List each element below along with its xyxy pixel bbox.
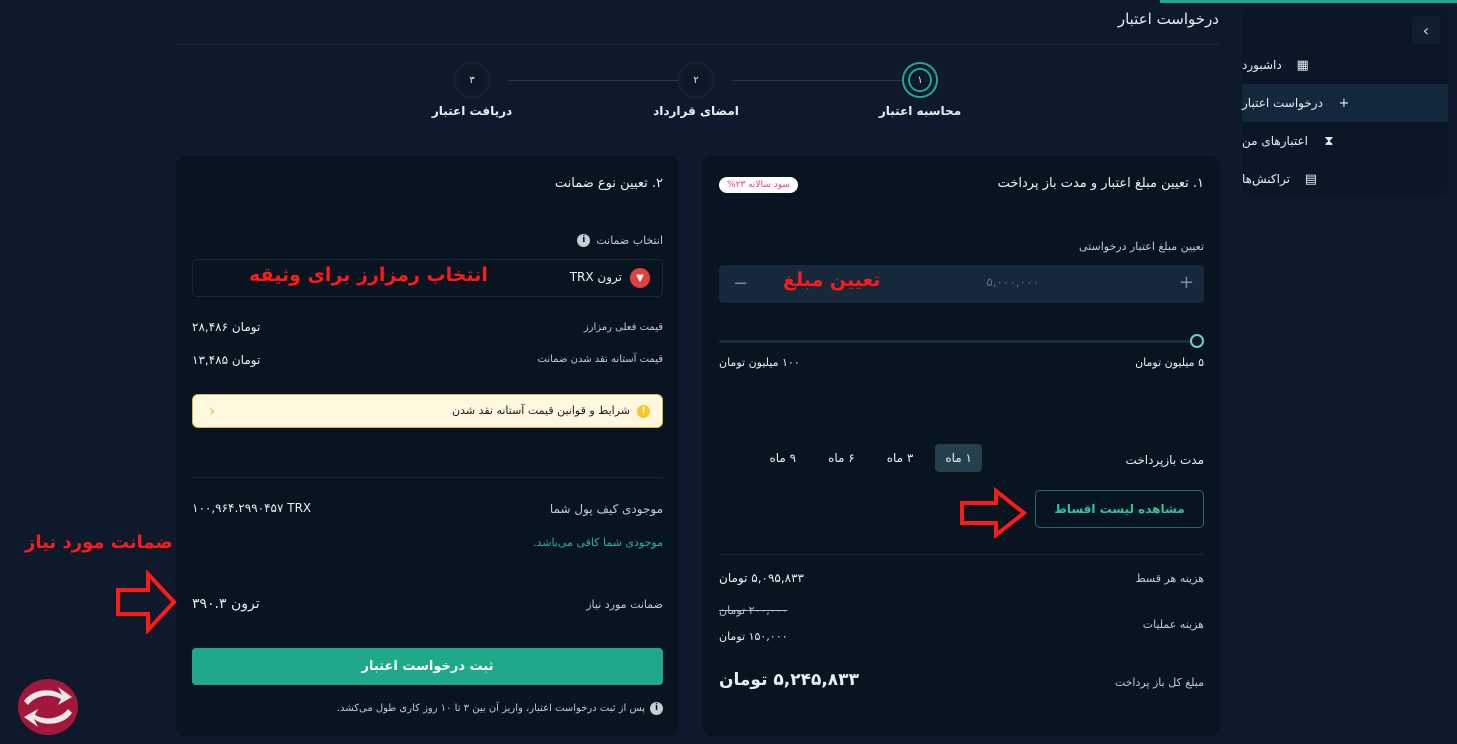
step-circle: ۱ [902, 62, 938, 98]
required-collateral-value: ترون ۳۹۰.۳ [192, 596, 260, 612]
step-label: محاسبه اعتبار [878, 104, 962, 118]
wallet-balance-value: ۱۰۰,۹۶۴.۲۹۹۰۴۵۷ TRX [192, 501, 312, 515]
term-9-month[interactable]: ۹ ماه [759, 444, 806, 472]
step-sign-contract[interactable]: ۲ امضای قرارداد [636, 62, 756, 118]
chevron-right-icon: › [1422, 20, 1430, 40]
annotation-arrow-icon [116, 570, 177, 634]
collateral-select[interactable]: ▼ ترون TRX انتخاب رمزارز برای وثیقه [192, 259, 663, 297]
sidebar-item-label: داشبورد [1242, 58, 1282, 72]
term-label: مدت بازپرداخت [1125, 453, 1204, 467]
installment-cost-label: هزینه هر قسط [1135, 572, 1204, 585]
wallet-balance-label: موجودی کیف پول شما [549, 502, 663, 516]
step-circle: ۲ [678, 62, 714, 98]
step-calculate-credit[interactable]: ۱ محاسبه اعتبار [860, 62, 980, 118]
refresh-arrows-icon [24, 687, 72, 727]
card-title: ۲. تعیین نوع ضمانت [554, 176, 663, 191]
tron-logo-icon: ▼ [630, 268, 650, 288]
annotation-arrow-icon [960, 487, 1028, 539]
term-options: ۱ ماه ۳ ماه ۶ ماه ۹ ماه [759, 444, 982, 472]
total-label: مبلغ کل باز پرداخت [1114, 676, 1204, 689]
term-3-month[interactable]: ۳ ماه [877, 444, 924, 472]
note-text: پس از ثبت درخواست اعتبار، واریز آن بین ۳… [336, 703, 645, 714]
sidebar-item-my-credits[interactable]: ⧗ اعتبارهای من [1242, 122, 1448, 160]
view-installments-button[interactable]: مشاهده لیست اقساط [1035, 490, 1204, 528]
total-value: ۵,۲۴۵,۸۳۳ تومان [719, 670, 859, 690]
clipboard-icon: ▤ [1304, 171, 1318, 187]
liquidation-price-label: قیمت آستانه نقد شدن ضمانت [537, 354, 663, 365]
term-1-month[interactable]: ۱ ماه [935, 444, 982, 472]
sidebar: › ▦ داشبورد + درخواست اعتبار ⧗ اعتبارهای… [1242, 8, 1448, 196]
section-divider [192, 477, 663, 478]
step-circle: ۳ [454, 62, 490, 98]
selected-coin: ترون TRX [569, 270, 622, 284]
annotation-required-collateral: ضمانت مورد نیاز [25, 532, 173, 553]
title-divider [175, 44, 1220, 45]
balance-sufficient-text: موجودی شما کافی می‌باشد. [533, 536, 663, 549]
required-collateral-label: ضمانت مورد نیاز [586, 598, 663, 611]
collateral-select-label-row: انتخاب ضمانت i [577, 234, 663, 247]
slider-min-label: ۵ میلیون تومان [1135, 356, 1204, 369]
card-title: ۱. تعیین مبلغ اعتبار و مدت باز پرداخت [997, 176, 1204, 191]
submit-credit-request-button[interactable]: ثبت درخواست اعتبار [192, 648, 663, 685]
plus-icon: + [1338, 95, 1350, 111]
warning-icon: ! [637, 405, 650, 418]
slider-max-label: ۱۰۰ میلیون تومان [719, 356, 800, 369]
section-divider [719, 554, 1204, 555]
step-number: ۱ [908, 68, 932, 92]
operation-fee-new: ۱۵۰,۰۰۰ تومان [719, 630, 788, 643]
watermark-logo [18, 679, 78, 735]
collateral-card: ۲. تعیین نوع ضمانت انتخاب ضمانت i ▼ ترون… [176, 156, 679, 736]
interest-badge: سود سالانه ۲۳% [719, 177, 798, 193]
annotation-set-amount: تعیین مبلغ [783, 269, 881, 291]
amount-stepper: + تعیین مبلغ − [719, 265, 1204, 303]
operation-fee-label: هزینه عملیات [1142, 618, 1204, 631]
credit-amount-card: ۱. تعیین مبلغ اعتبار و مدت باز پرداخت سو… [703, 156, 1220, 736]
amount-slider-thumb[interactable] [1190, 334, 1204, 348]
sidebar-item-credit-request[interactable]: + درخواست اعتبار [1242, 84, 1448, 122]
step-number: ۳ [460, 68, 484, 92]
chevron-left-icon: ‹ [209, 401, 216, 420]
annotation-select-crypto: انتخاب رمزارز برای وثیقه [249, 264, 488, 286]
info-icon[interactable]: i [577, 234, 591, 247]
decrease-button[interactable]: − [733, 273, 748, 294]
collateral-select-label: انتخاب ضمانت [596, 234, 663, 247]
sidebar-item-dashboard[interactable]: ▦ داشبورد [1242, 46, 1448, 84]
page-title: درخواست اعتبار [1117, 10, 1219, 28]
grid-icon: ▦ [1296, 57, 1309, 73]
step-receive-credit[interactable]: ۳ دریافت اعتبار [412, 62, 532, 118]
operation-fee-old: ۲۰۰,۰۰۰ تومان [719, 604, 788, 617]
sidebar-item-label: تراکنش‌ها [1242, 172, 1290, 186]
sidebar-item-transactions[interactable]: ▤ تراکنش‌ها [1242, 160, 1448, 198]
liquidation-terms-alert[interactable]: ! شرایط و قوانین قیمت آستانه نقد شدن ‹ [192, 394, 663, 428]
amount-slider-track[interactable] [719, 340, 1196, 343]
warning-text: شرایط و قوانین قیمت آستانه نقد شدن [452, 404, 630, 417]
hourglass-icon: ⧗ [1324, 133, 1334, 149]
step-label: امضای قرارداد [653, 104, 739, 118]
installment-cost-value: ۵,۰۹۵,۸۳۳ تومان [719, 571, 804, 585]
top-accent-bar [1160, 0, 1457, 3]
liquidation-price-value: تومان ۱۳,۴۸۵ [192, 353, 261, 367]
sidebar-item-label: درخواست اعتبار [1242, 96, 1323, 110]
sidebar-item-label: اعتبارهای من [1242, 134, 1308, 148]
increase-button[interactable]: + [1179, 272, 1194, 293]
term-6-month[interactable]: ۶ ماه [818, 444, 865, 472]
current-price-label: قیمت فعلی رمزارز [583, 322, 663, 333]
current-price-value: تومان ۲۸,۴۸۶ [192, 320, 261, 334]
submission-note: i پس از ثبت درخواست اعتبار، واریز آن بین… [337, 702, 663, 715]
step-label: دریافت اعتبار [431, 104, 513, 118]
amount-input[interactable] [919, 275, 1039, 289]
step-number: ۲ [684, 68, 708, 92]
info-icon: i [650, 702, 663, 715]
amount-label: تعیین مبلغ اعتبار درخواستی [1079, 240, 1204, 253]
sidebar-toggle-button[interactable]: › [1412, 16, 1440, 44]
